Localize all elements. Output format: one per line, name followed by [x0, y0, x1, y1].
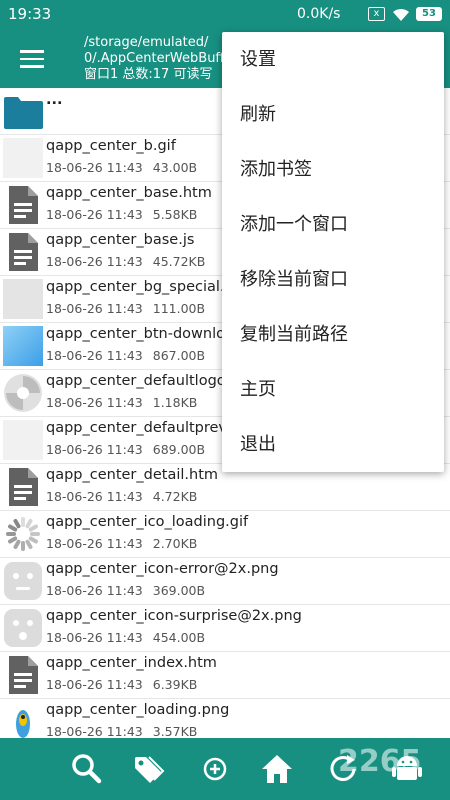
file-size: 45.72KB: [152, 254, 206, 269]
file-name: qapp_center_detail.htm: [46, 467, 219, 483]
file-name: qapp_center_defaultlogo: [46, 373, 226, 389]
menu-item-remove-window[interactable]: 移除当前窗口: [222, 252, 444, 307]
menu-item-settings[interactable]: 设置: [222, 32, 444, 87]
home-icon[interactable]: [260, 752, 294, 786]
file-row[interactable]: qapp_center_icon-surprise@2x.png 18-06-26…: [0, 605, 450, 652]
file-meta: 18-06-26 11:43 3.57KB: [46, 724, 197, 738]
overflow-menu: 设置 刷新 添加书签 添加一个窗口 移除当前窗口 复制当前路径 主页 退出: [222, 32, 444, 472]
file-date: 18-06-26 11:43: [46, 583, 143, 598]
file-meta: 18-06-26 11:43 454.00B: [46, 630, 205, 645]
file-thumbnail: [3, 279, 43, 319]
file-size: 4.72KB: [152, 489, 198, 504]
path-header: /storage/emulated/ 0/.AppCenterWebBuffe …: [84, 35, 232, 83]
window-info: 窗口1 总数:17 可读写: [84, 67, 213, 82]
hamburger-menu-icon[interactable]: [20, 50, 44, 68]
menu-item-exit[interactable]: 退出: [222, 417, 444, 472]
file-name: qapp_center_icon-surprise@2x.png: [46, 608, 302, 624]
file-thumbnail: [3, 373, 43, 413]
file-date: 18-06-26 11:43: [46, 207, 143, 222]
search-icon[interactable]: [70, 752, 104, 786]
file-size: 3.57KB: [152, 724, 198, 738]
menu-item-refresh[interactable]: 刷新: [222, 87, 444, 142]
file-date: 18-06-26 11:43: [46, 160, 143, 175]
file-thumbnail: [3, 702, 43, 738]
file-size: 6.39KB: [152, 677, 198, 692]
file-name: qapp_center_ico_loading.gif: [46, 514, 249, 530]
file-meta: 18-06-26 11:43 867.00B: [46, 348, 205, 363]
file-date: 18-06-26 11:43: [46, 254, 143, 269]
menu-item-home[interactable]: 主页: [222, 362, 444, 417]
file-thumbnail: [3, 420, 43, 460]
file-thumbnail: [3, 326, 43, 366]
menu-item-add-window[interactable]: 添加一个窗口: [222, 197, 444, 252]
file-meta: 18-06-26 11:43 4.72KB: [46, 489, 197, 504]
file-date: 18-06-26 11:43: [46, 301, 143, 316]
file-size: 369.00B: [152, 583, 206, 598]
file-thumbnail: [3, 514, 43, 554]
file-name: qapp_center_b.gif: [46, 138, 176, 154]
parent-directory-label: ...: [46, 92, 63, 108]
file-name: qapp_center_btn-downlo: [46, 326, 225, 342]
file-meta: 18-06-26 11:43 689.00B: [46, 442, 205, 457]
add-circle-icon[interactable]: [198, 752, 232, 786]
no-sim-icon: x: [368, 7, 385, 21]
file-date: 18-06-26 11:43: [46, 724, 143, 738]
file-date: 18-06-26 11:43: [46, 677, 143, 692]
file-meta: 18-06-26 11:43 45.72KB: [46, 254, 205, 269]
status-bar: 19:33 0.0K/s x 53: [0, 0, 450, 30]
document-icon: [3, 655, 43, 695]
file-name: qapp_center_icon-error@2x.png: [46, 561, 279, 577]
document-icon: [3, 467, 43, 507]
file-name: qapp_center_base.js: [46, 232, 195, 248]
file-meta: 18-06-26 11:43 5.58KB: [46, 207, 197, 222]
file-size: 2.70KB: [152, 536, 198, 551]
file-size: 454.00B: [152, 630, 206, 645]
file-size: 689.00B: [152, 442, 206, 457]
file-row[interactable]: qapp_center_icon-error@2x.png 18-06-26 11…: [0, 558, 450, 605]
status-time: 19:33: [8, 5, 52, 23]
file-meta: 18-06-26 11:43 43.00B: [46, 160, 197, 175]
battery-icon: 53: [416, 7, 442, 21]
file-size: 111.00B: [152, 301, 206, 316]
file-row[interactable]: qapp_center_ico_loading.gif 18-06-26 11:4…: [0, 511, 450, 558]
file-name: qapp_center_defaultprev: [46, 420, 228, 436]
file-meta: 18-06-26 11:43 369.00B: [46, 583, 205, 598]
file-name: qapp_center_index.htm: [46, 655, 217, 671]
file-date: 18-06-26 11:43: [46, 630, 143, 645]
document-icon: [3, 232, 43, 272]
file-date: 18-06-26 11:43: [46, 442, 143, 457]
file-name: qapp_center_loading.png: [46, 702, 230, 718]
folder-icon: [3, 91, 43, 131]
menu-item-add-bookmark[interactable]: 添加书签: [222, 142, 444, 197]
file-size: 867.00B: [152, 348, 206, 363]
path-line-2: 0/.AppCenterWebBuffe: [84, 51, 233, 66]
network-speed: 0.0K/s: [297, 6, 341, 22]
file-name: qapp_center_base.htm: [46, 185, 212, 201]
file-thumbnail: [3, 561, 43, 601]
path-line-1: /storage/emulated/: [84, 35, 209, 50]
file-date: 18-06-26 11:43: [46, 536, 143, 551]
file-meta: 18-06-26 11:43 2.70KB: [46, 536, 197, 551]
wifi-icon: [392, 7, 410, 26]
tags-icon[interactable]: [132, 752, 166, 786]
file-size: 5.58KB: [152, 207, 198, 222]
file-row[interactable]: qapp_center_index.htm 18-06-26 11:43 6.39K…: [0, 652, 450, 699]
file-date: 18-06-26 11:43: [46, 395, 143, 410]
file-thumbnail: [3, 138, 43, 178]
file-row[interactable]: qapp_center_loading.png 18-06-26 11:43 3.5…: [0, 699, 450, 738]
file-size: 43.00B: [152, 160, 198, 175]
document-icon: [3, 185, 43, 225]
menu-item-copy-path[interactable]: 复制当前路径: [222, 307, 444, 362]
file-name: qapp_center_bg_special.: [46, 279, 225, 295]
file-date: 18-06-26 11:43: [46, 489, 143, 504]
file-date: 18-06-26 11:43: [46, 348, 143, 363]
file-meta: 18-06-26 11:43 111.00B: [46, 301, 205, 316]
file-meta: 18-06-26 11:43 1.18KB: [46, 395, 197, 410]
file-thumbnail: [3, 608, 43, 648]
watermark: 2265: [338, 744, 422, 779]
file-meta: 18-06-26 11:43 6.39KB: [46, 677, 197, 692]
file-size: 1.18KB: [152, 395, 198, 410]
